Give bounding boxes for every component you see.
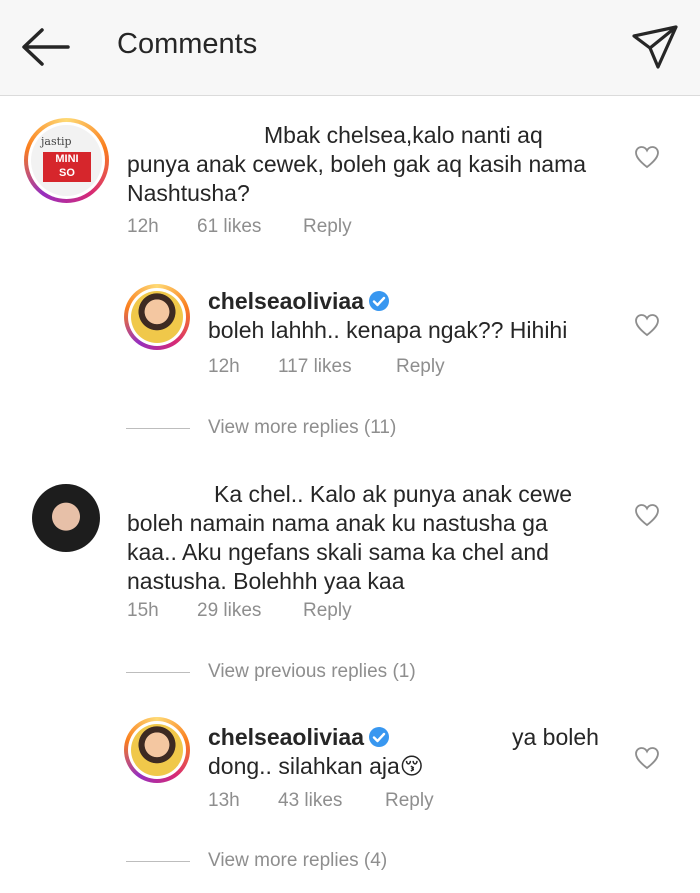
heart-outline-icon[interactable] bbox=[634, 145, 660, 169]
comment-line: Mbak chelsea,kalo nanti aq bbox=[264, 122, 543, 148]
avatar-text-mini: MINI bbox=[55, 153, 79, 165]
reply-avatar[interactable] bbox=[124, 717, 190, 783]
comment-line: kaa.. Aku ngefans skali sama ka chel and bbox=[127, 539, 549, 565]
comment-line: Nashtusha? bbox=[127, 180, 250, 206]
timestamp: 15h bbox=[127, 600, 159, 621]
reply-button[interactable]: Reply bbox=[396, 356, 445, 378]
comment-line: Ka chel.. Kalo ak punya anak cewe bbox=[214, 481, 573, 507]
header-bar: Comments bbox=[0, 0, 700, 96]
heart-outline-icon[interactable] bbox=[634, 746, 660, 770]
heart-outline-icon[interactable] bbox=[634, 503, 660, 527]
heart-outline-icon[interactable] bbox=[634, 313, 660, 337]
divider-line bbox=[126, 861, 190, 862]
view-more-replies-link[interactable]: View more replies (11) bbox=[208, 417, 396, 439]
divider-line bbox=[126, 672, 190, 673]
reply-username[interactable]: chelseaoliviaa bbox=[208, 288, 364, 314]
reply-button[interactable]: Reply bbox=[303, 216, 352, 238]
back-arrow-icon[interactable] bbox=[18, 22, 74, 72]
reply-button[interactable]: Reply bbox=[385, 790, 434, 812]
timestamp: 12h bbox=[127, 216, 159, 237]
commenter-avatar[interactable]: jastip MINI SO bbox=[24, 118, 109, 203]
verified-badge-icon bbox=[369, 291, 389, 311]
reply-avatar[interactable] bbox=[124, 284, 190, 350]
divider-line bbox=[126, 428, 190, 429]
comment-line: boleh namain nama anak ku nastusha ga bbox=[127, 510, 548, 536]
likes-count[interactable]: 61 likes bbox=[197, 216, 261, 238]
view-more-replies-link[interactable]: View more replies (4) bbox=[208, 850, 387, 872]
reply-body-line2: dong.. silahkan aja😚 bbox=[208, 753, 424, 779]
paper-plane-icon[interactable] bbox=[630, 22, 680, 72]
page-title: Comments bbox=[117, 28, 258, 60]
comment-text: Ka chel.. Kalo ak punya anak cewe boleh … bbox=[127, 480, 617, 596]
comment-line: punya anak cewek, boleh gak aq kasih nam… bbox=[127, 151, 587, 177]
comment-line: nastusha. Bolehhh yaa kaa bbox=[127, 568, 405, 594]
timestamp: 13h bbox=[208, 790, 240, 811]
reply-text: chelseaoliviaa ya boleh dong.. silahkan … bbox=[208, 723, 618, 781]
likes-count[interactable]: 29 likes bbox=[197, 600, 261, 622]
reply-body: boleh lahhh.. kenapa ngak?? Hihihi bbox=[208, 317, 568, 343]
view-previous-replies-link[interactable]: View previous replies (1) bbox=[208, 661, 416, 683]
reply-text: chelseaoliviaa boleh lahhh.. kenapa ngak… bbox=[208, 287, 618, 345]
avatar-text-jastip: jastip bbox=[41, 135, 72, 148]
commenter-avatar[interactable] bbox=[32, 484, 100, 552]
likes-count[interactable]: 43 likes bbox=[278, 790, 342, 812]
avatar-logo-block: MINI SO bbox=[43, 152, 91, 182]
reply-body-line1: ya boleh bbox=[512, 724, 599, 750]
avatar-text-so: SO bbox=[59, 167, 75, 179]
likes-count[interactable]: 117 likes bbox=[278, 356, 352, 378]
reply-button[interactable]: Reply bbox=[303, 600, 352, 622]
timestamp: 12h bbox=[208, 356, 240, 377]
verified-badge-icon bbox=[369, 727, 389, 747]
reply-username[interactable]: chelseaoliviaa bbox=[208, 724, 364, 750]
comment-text: Mbak chelsea,kalo nanti aq punya anak ce… bbox=[127, 121, 617, 208]
